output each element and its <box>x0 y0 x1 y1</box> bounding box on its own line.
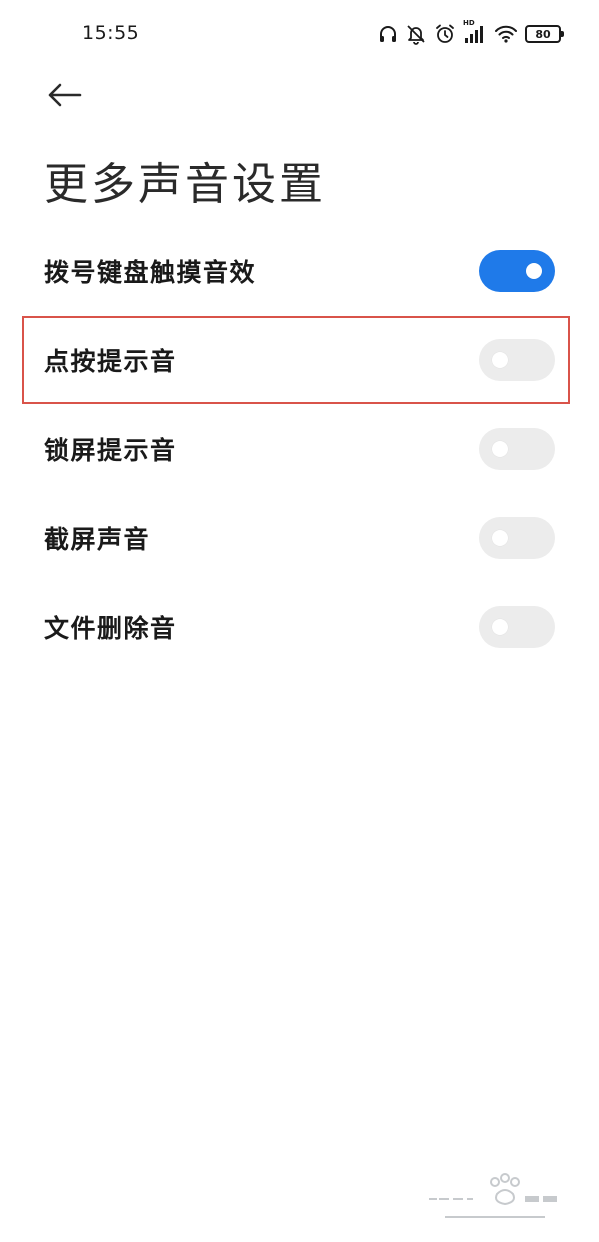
arrow-left-icon <box>48 83 82 107</box>
setting-row-dialpad-touch-sound[interactable]: 拨号键盘触摸音效 <box>0 226 599 315</box>
status-icons: HD 80 <box>378 18 564 50</box>
file-delete-sound-toggle[interactable] <box>479 605 555 648</box>
hd-signal-icon: HD <box>463 20 487 45</box>
setting-label: 截屏声音 <box>44 524 151 554</box>
wifi-icon <box>494 24 518 44</box>
headphones-icon <box>378 24 398 44</box>
alarm-icon <box>434 23 456 45</box>
status-time: 15:55 <box>82 22 140 44</box>
screenshot-sound-toggle[interactable] <box>479 516 555 559</box>
battery-level: 80 <box>535 27 551 41</box>
battery-icon: 80 <box>525 25 564 43</box>
setting-label: 锁屏提示音 <box>44 435 177 465</box>
page-title: 更多声音设置 <box>44 159 326 210</box>
toggle-knob <box>492 529 508 546</box>
baidu-watermark-logo <box>425 1168 565 1224</box>
bell-muted-icon <box>405 23 427 45</box>
setting-label: 拨号键盘触摸音效 <box>44 257 257 287</box>
lock-screen-sound-toggle[interactable] <box>479 427 555 470</box>
setting-row-lock-screen-sound[interactable]: 锁屏提示音 <box>0 404 599 493</box>
settings-list: 拨号键盘触摸音效 点按提示音 锁屏提示音 截屏声音 文件删除音 <box>0 226 599 671</box>
toggle-knob <box>526 262 542 279</box>
setting-label: 点按提示音 <box>44 346 177 376</box>
status-bar: 15:55 HD 80 <box>0 0 599 68</box>
toggle-knob <box>492 440 508 457</box>
toggle-knob <box>492 351 508 368</box>
setting-row-file-delete-sound[interactable]: 文件删除音 <box>0 582 599 671</box>
toggle-knob <box>492 618 508 635</box>
setting-label: 文件删除音 <box>44 613 177 643</box>
dialpad-touch-sound-toggle[interactable] <box>479 249 555 292</box>
setting-row-screenshot-sound[interactable]: 截屏声音 <box>0 493 599 582</box>
tap-sound-toggle[interactable] <box>479 338 555 381</box>
back-button[interactable] <box>44 78 84 112</box>
setting-row-tap-sound[interactable]: 点按提示音 <box>0 315 599 404</box>
